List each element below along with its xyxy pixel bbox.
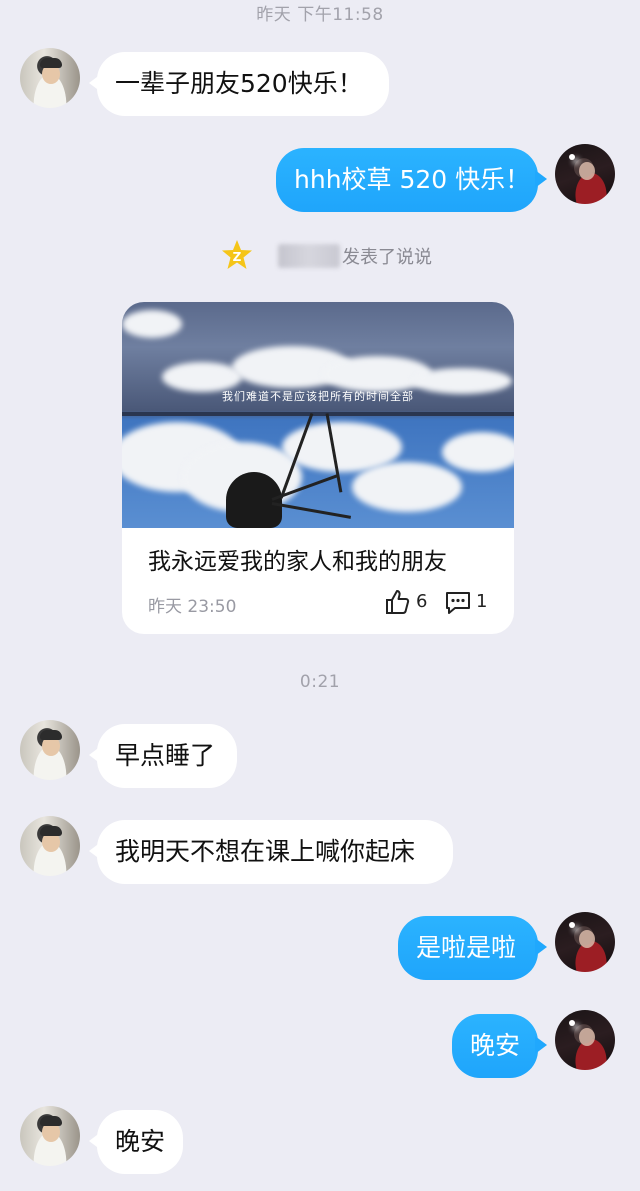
like-count: 6	[416, 591, 428, 612]
message-text: 早点睡了	[115, 741, 216, 770]
message-text: 我明天不想在课上喊你起床	[115, 837, 416, 866]
contact-avatar[interactable]	[20, 816, 80, 876]
post-time: 昨天 23:50	[148, 597, 237, 617]
message-text: 晚安	[115, 1127, 166, 1156]
thumbs-up-icon[interactable]	[384, 589, 410, 615]
incoming-message-bubble[interactable]: 我明天不想在课上喊你起床	[89, 820, 453, 884]
post-image-caption: 我们难道不是应该把所有的时间全部	[222, 390, 414, 403]
my-avatar[interactable]	[555, 1010, 615, 1070]
post-image[interactable]: 我们难道不是应该把所有的时间全部	[122, 302, 514, 528]
qzone-star-icon: Z	[222, 240, 252, 269]
comment-icon[interactable]	[444, 590, 472, 616]
blurred-username	[278, 244, 340, 268]
outgoing-message-bubble[interactable]: 是啦是啦	[398, 916, 547, 980]
message-text: 一辈子朋友520快乐！	[115, 69, 363, 98]
my-avatar[interactable]	[555, 144, 615, 204]
outgoing-message-bubble[interactable]: hhh校草 520 快乐！	[276, 148, 547, 212]
outgoing-message-bubble[interactable]: 晚安	[452, 1014, 547, 1078]
incoming-message-bubble[interactable]: 晚安	[89, 1110, 183, 1174]
message-text: hhh校草 520 快乐！	[294, 165, 531, 194]
timestamp-top: 昨天 下午11:58	[256, 5, 384, 25]
my-avatar[interactable]	[555, 912, 615, 972]
incoming-message-bubble[interactable]: 早点睡了	[89, 724, 237, 788]
post-title: 我永远爱我的家人和我的朋友	[148, 549, 447, 575]
incoming-message-bubble[interactable]: 一辈子朋友520快乐！	[89, 52, 389, 116]
svg-text:Z: Z	[233, 250, 242, 264]
post-action-text: 发表了说说	[342, 247, 432, 268]
timestamp-middle: 0:21	[299, 672, 341, 692]
contact-avatar[interactable]	[20, 720, 80, 780]
shared-post-card[interactable]: 我们难道不是应该把所有的时间全部 我永远爱我的家人和我的朋友 昨天 23:50 …	[122, 302, 514, 634]
comment-count: 1	[476, 591, 488, 612]
message-text: 是啦是啦	[416, 933, 517, 962]
contact-avatar[interactable]	[20, 1106, 80, 1166]
contact-avatar[interactable]	[20, 48, 80, 108]
message-text: 晚安	[470, 1031, 521, 1060]
